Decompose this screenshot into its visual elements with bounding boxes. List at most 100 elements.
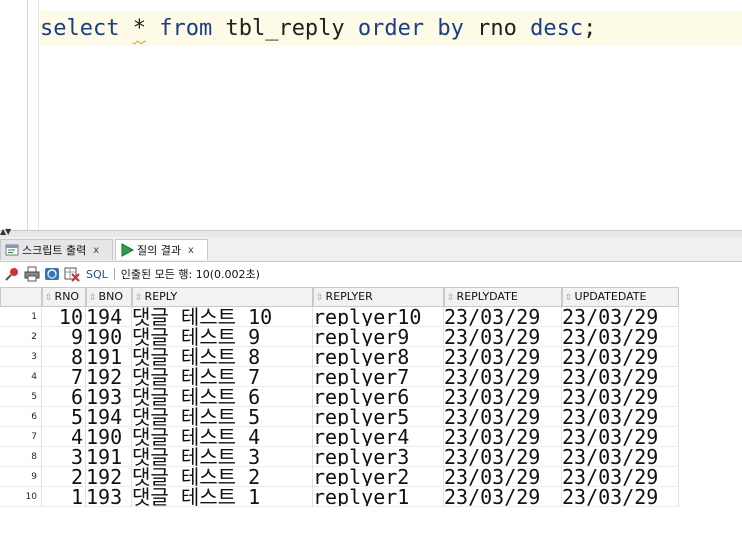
- cell-updatedate[interactable]: 23/03/29: [562, 407, 679, 427]
- cell-updatedate[interactable]: 23/03/29: [562, 487, 679, 507]
- cell-reply[interactable]: 댓글 테스트 7: [132, 367, 313, 387]
- column-header-bno[interactable]: ⇳ BNO: [86, 287, 132, 307]
- row-number[interactable]: 1: [0, 307, 42, 327]
- cell-updatedate[interactable]: 23/03/29: [562, 307, 679, 327]
- cell-updatedate[interactable]: 23/03/29: [562, 447, 679, 467]
- close-icon[interactable]: x: [93, 245, 99, 256]
- row-number[interactable]: 8: [0, 447, 42, 467]
- cell-reply[interactable]: 댓글 테스트 5: [132, 407, 313, 427]
- table-row[interactable]: 4 7 192 댓글 테스트 7 replyer7 23/03/29 23/03/29: [0, 367, 680, 387]
- sql-editor[interactable]: select * from tbl_reply order by rno des…: [0, 0, 742, 230]
- cell-replydate[interactable]: 23/03/29: [444, 367, 562, 387]
- cell-replyer[interactable]: replyer6: [313, 387, 444, 407]
- cell-replyer[interactable]: replyer9: [313, 327, 444, 347]
- column-header-replyer[interactable]: ⇳ REPLYER: [313, 287, 444, 307]
- close-icon[interactable]: x: [188, 245, 194, 256]
- row-number[interactable]: 6: [0, 407, 42, 427]
- cell-bno[interactable]: 191: [86, 447, 132, 467]
- tab-script-output[interactable]: 스크립트 출력 x: [0, 239, 113, 260]
- cell-replydate[interactable]: 23/03/29: [444, 347, 562, 367]
- cell-bno[interactable]: 194: [86, 307, 132, 327]
- cell-rno[interactable]: 10: [42, 307, 86, 327]
- row-number[interactable]: 5: [0, 387, 42, 407]
- cell-bno[interactable]: 192: [86, 467, 132, 487]
- cell-updatedate[interactable]: 23/03/29: [562, 387, 679, 407]
- sql-button[interactable]: SQL: [86, 268, 108, 281]
- cell-replydate[interactable]: 23/03/29: [444, 307, 562, 327]
- row-number[interactable]: 10: [0, 487, 42, 507]
- cell-reply[interactable]: 댓글 테스트 1: [132, 487, 313, 507]
- cell-updatedate[interactable]: 23/03/29: [562, 467, 679, 487]
- cell-reply[interactable]: 댓글 테스트 10: [132, 307, 313, 327]
- cell-rno[interactable]: 7: [42, 367, 86, 387]
- cell-replydate[interactable]: 23/03/29: [444, 467, 562, 487]
- table-row[interactable]: 9 2 192 댓글 테스트 2 replyer2 23/03/29 23/03/29: [0, 467, 680, 487]
- cell-bno[interactable]: 193: [86, 387, 132, 407]
- cell-bno[interactable]: 190: [86, 327, 132, 347]
- cell-rno[interactable]: 9: [42, 327, 86, 347]
- cell-replydate[interactable]: 23/03/29: [444, 427, 562, 447]
- cell-updatedate[interactable]: 23/03/29: [562, 327, 679, 347]
- row-number[interactable]: 4: [0, 367, 42, 387]
- cell-bno[interactable]: 191: [86, 347, 132, 367]
- cell-replyer[interactable]: replyer4: [313, 427, 444, 447]
- cell-reply[interactable]: 댓글 테스트 3: [132, 447, 313, 467]
- column-header-replydate[interactable]: ⇳ REPLYDATE: [444, 287, 562, 307]
- row-number[interactable]: 7: [0, 427, 42, 447]
- cell-replyer[interactable]: replyer8: [313, 347, 444, 367]
- tab-query-result[interactable]: 질의 결과 x: [115, 239, 208, 260]
- table-row[interactable]: 8 3 191 댓글 테스트 3 replyer3 23/03/29 23/03/29: [0, 447, 680, 467]
- column-header-rno[interactable]: ⇳ RNO: [42, 287, 86, 307]
- cell-updatedate[interactable]: 23/03/29: [562, 427, 679, 447]
- cancel-fetch-icon[interactable]: [64, 266, 80, 282]
- cell-rno[interactable]: 4: [42, 427, 86, 447]
- cell-replyer[interactable]: replyer3: [313, 447, 444, 467]
- cell-replyer[interactable]: replyer1: [313, 487, 444, 507]
- table-row[interactable]: 5 6 193 댓글 테스트 6 replyer6 23/03/29 23/03/29: [0, 387, 680, 407]
- current-code-line[interactable]: select * from tbl_reply order by rno des…: [40, 11, 742, 46]
- table-row[interactable]: 1 10 194 댓글 테스트 10 replyer10 23/03/29 23/03/29: [0, 307, 680, 327]
- script-output-icon: [5, 244, 19, 256]
- cell-bno[interactable]: 194: [86, 407, 132, 427]
- cell-updatedate[interactable]: 23/03/29: [562, 347, 679, 367]
- cell-reply[interactable]: 댓글 테스트 4: [132, 427, 313, 447]
- table-row[interactable]: 2 9 190 댓글 테스트 9 replyer9 23/03/29 23/03/29: [0, 327, 680, 347]
- cell-replyer[interactable]: replyer10: [313, 307, 444, 327]
- table-row[interactable]: 3 8 191 댓글 테스트 8 replyer8 23/03/29 23/03/29: [0, 347, 680, 367]
- cell-replyer[interactable]: replyer7: [313, 367, 444, 387]
- row-number[interactable]: 9: [0, 467, 42, 487]
- cell-bno[interactable]: 190: [86, 427, 132, 447]
- table-row[interactable]: 6 5 194 댓글 테스트 5 replyer5 23/03/29 23/03/29: [0, 407, 680, 427]
- splitter-arrows-icon[interactable]: ▲▼: [0, 228, 11, 236]
- cell-updatedate[interactable]: 23/03/29: [562, 367, 679, 387]
- cell-replydate[interactable]: 23/03/29: [444, 487, 562, 507]
- cell-replyer[interactable]: replyer2: [313, 467, 444, 487]
- cell-reply[interactable]: 댓글 테스트 6: [132, 387, 313, 407]
- cell-bno[interactable]: 192: [86, 367, 132, 387]
- table-row[interactable]: 7 4 190 댓글 테스트 4 replyer4 23/03/29 23/03/29: [0, 427, 680, 447]
- cell-rno[interactable]: 5: [42, 407, 86, 427]
- cell-replydate[interactable]: 23/03/29: [444, 407, 562, 427]
- cell-replydate[interactable]: 23/03/29: [444, 447, 562, 467]
- column-header-reply[interactable]: ⇳ REPLY: [132, 287, 313, 307]
- cell-replydate[interactable]: 23/03/29: [444, 387, 562, 407]
- row-number[interactable]: 2: [0, 327, 42, 347]
- cell-replydate[interactable]: 23/03/29: [444, 327, 562, 347]
- cell-rno[interactable]: 6: [42, 387, 86, 407]
- cell-reply[interactable]: 댓글 테스트 9: [132, 327, 313, 347]
- cell-bno[interactable]: 193: [86, 487, 132, 507]
- cell-rno[interactable]: 8: [42, 347, 86, 367]
- column-header-updatedate[interactable]: ⇳ UPDATEDATE: [562, 287, 679, 307]
- cell-replyer[interactable]: replyer5: [313, 407, 444, 427]
- cell-reply[interactable]: 댓글 테스트 2: [132, 467, 313, 487]
- cell-reply[interactable]: 댓글 테스트 8: [132, 347, 313, 367]
- cell-rno[interactable]: 1: [42, 487, 86, 507]
- refresh-icon[interactable]: [44, 266, 60, 282]
- panel-splitter[interactable]: [0, 230, 742, 237]
- cell-rno[interactable]: 2: [42, 467, 86, 487]
- print-icon[interactable]: [24, 266, 40, 282]
- cell-rno[interactable]: 3: [42, 447, 86, 467]
- table-row[interactable]: 10 1 193 댓글 테스트 1 replyer1 23/03/29 23/03/29: [0, 487, 680, 507]
- row-number[interactable]: 3: [0, 347, 42, 367]
- pin-icon[interactable]: [4, 266, 20, 282]
